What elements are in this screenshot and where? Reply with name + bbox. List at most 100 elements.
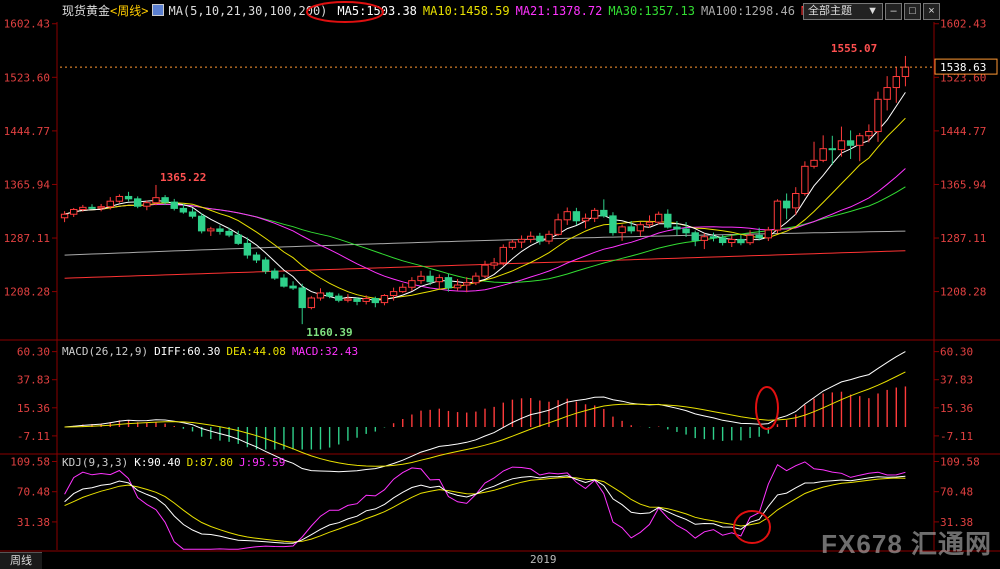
price-tick-label-right: 1444.77 [940, 125, 986, 138]
chart-window: 现货黄金<周线> MA(5,10,21,30,100,200) MA5:1503.3… [0, 0, 1000, 569]
candle-body [654, 213, 663, 223]
candle-body [801, 165, 809, 195]
price-annotation: 1555.07 [831, 42, 877, 55]
candle-body [225, 230, 233, 236]
macd-tick-label-left: 60.30 [17, 346, 50, 359]
macd-tick-label-left: -7.11 [17, 430, 50, 443]
candle-body [545, 233, 553, 242]
candle-body [271, 270, 279, 279]
candle-body [60, 213, 69, 219]
kdj-value-0: KDJ(9,3,3) [62, 456, 129, 469]
kdj-tick-label-left: 31.38 [17, 516, 50, 529]
candle-body [755, 234, 763, 239]
chart-canvas: 1208.28 1208.28 1287.11 1287.11 1365.94 1365.… [0, 1, 1000, 552]
candle-body [563, 211, 571, 221]
price-tick-label-left: 1287.11 [4, 232, 50, 245]
candle-body [527, 235, 535, 240]
macd-legend: MACD(26,12,9) DIFF:60.30 DEA:44.08 MACD:32.… [62, 345, 364, 358]
candle-body [472, 275, 480, 284]
macd-value-0: MACD(26,12,9) [62, 345, 149, 358]
price-tick-label-left: 1444.77 [4, 125, 50, 138]
macd-tick-label-right: 60.30 [940, 346, 973, 359]
candle-body [106, 200, 114, 208]
candle-body [746, 234, 754, 244]
candle-body [216, 228, 224, 232]
ma100-line [64, 230, 906, 256]
candle-body [207, 228, 215, 232]
candle-body [435, 277, 443, 283]
candle-body [444, 277, 453, 289]
price-annotation: 1365.22 [160, 171, 206, 184]
candle-body [627, 226, 635, 232]
macd-tick-label-right: -7.11 [940, 430, 973, 443]
candle-body [764, 229, 773, 239]
candle-body [362, 298, 370, 302]
price-tick-label-left: 1208.28 [4, 286, 50, 299]
kdj-d-line [64, 476, 906, 543]
candle-body [143, 202, 151, 207]
kdj-tick-label-left: 70.48 [17, 486, 50, 499]
price-tick-label-left: 1365.94 [4, 178, 51, 191]
candle-body [590, 209, 599, 219]
candle-body [197, 215, 206, 232]
price-tick-label-right: 1602.43 [940, 18, 986, 31]
macd-value-1: DIFF:60.30 [154, 345, 221, 358]
candle-body [572, 211, 581, 222]
kdj-tick-label-right: 70.48 [940, 486, 973, 499]
candle-body [453, 284, 462, 289]
candle-body [298, 287, 306, 309]
candle-body [499, 246, 507, 264]
candle-body [737, 238, 745, 244]
highlight-circle-macd [755, 386, 779, 430]
candle-body [426, 275, 434, 283]
price-tick-label-left: 1602.43 [4, 18, 50, 31]
candle-body [718, 237, 727, 244]
price-tick-label-right: 1208.28 [940, 286, 986, 299]
candle-body [252, 254, 261, 261]
candle-body [490, 262, 498, 266]
candle-body [371, 298, 380, 304]
candle-body [307, 297, 316, 309]
candle-body [115, 195, 124, 202]
macd-value-3: MACD:32.43 [291, 345, 359, 358]
candle-body [581, 217, 590, 222]
candle-body [170, 201, 178, 209]
candle-body [709, 236, 718, 239]
candle-body [682, 228, 690, 234]
kdj-j-line [64, 461, 906, 550]
price-tick-label-left: 1523.60 [4, 71, 50, 84]
candle-body [782, 200, 791, 209]
candle-body [261, 259, 270, 272]
kdj-k-line [64, 475, 906, 544]
candle-body [773, 200, 782, 231]
candle-body [325, 292, 334, 297]
candle-body [481, 264, 489, 277]
candle-body [728, 238, 736, 244]
macd-tick-label-left: 37.83 [17, 374, 50, 387]
candle-body [161, 197, 169, 203]
price-tick-label-right: 1287.11 [940, 232, 986, 245]
candle-body [508, 241, 517, 248]
candle-body [700, 236, 709, 241]
watermark: FX678 汇通网 [821, 529, 992, 559]
candle-body [865, 131, 873, 137]
last-price-label: 1538.63 [940, 61, 986, 74]
candle-body [88, 206, 96, 209]
period-tab[interactable]: 周线 [0, 552, 42, 569]
kdj-tick-label-right: 109.58 [940, 456, 980, 469]
candle-body [856, 135, 864, 146]
candle-body [79, 206, 87, 210]
candle-body [536, 235, 544, 242]
candle-body [417, 275, 425, 282]
candle-body [792, 193, 800, 209]
kdj-legend: KDJ(9,3,3) K:90.40 D:87.80 J:95.59 [62, 456, 291, 469]
candle-body [554, 219, 562, 235]
candle-body [664, 213, 672, 228]
kdj-value-3: J:95.59 [238, 456, 286, 469]
candle-body [124, 195, 133, 200]
candle-body [70, 208, 78, 215]
candle-body [188, 211, 197, 217]
macd-tick-label-right: 37.83 [940, 374, 973, 387]
candle-body [636, 224, 645, 232]
candle-body [828, 148, 837, 151]
